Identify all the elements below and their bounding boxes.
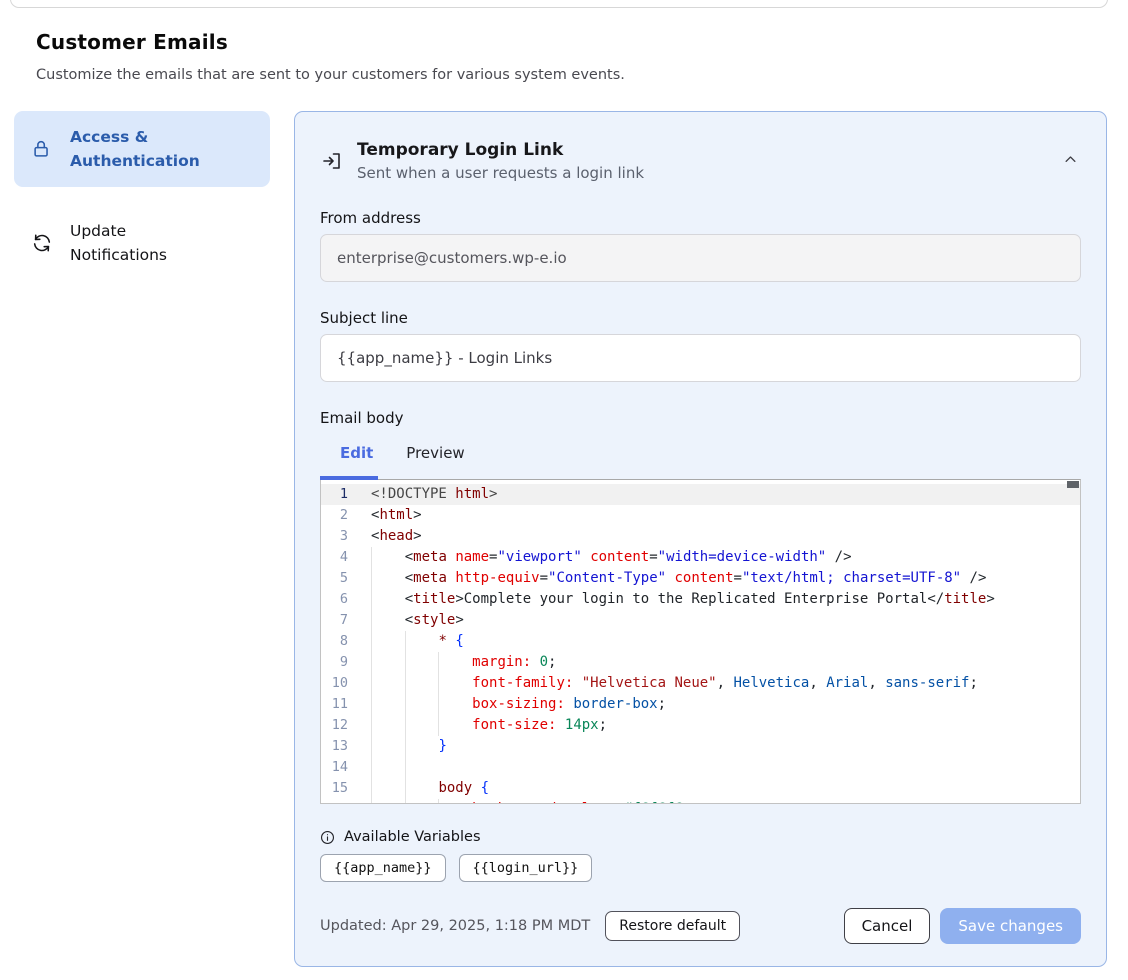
code-line[interactable]: 5 <meta http-equiv="Content-Type" conten… xyxy=(321,568,1080,589)
from-address-label: From address xyxy=(320,209,1081,227)
subject-line-input[interactable] xyxy=(320,334,1081,382)
card-subtitle: Sent when a user requests a login link xyxy=(357,164,1059,182)
available-variables-row: Available Variables xyxy=(320,829,1081,845)
code-line[interactable]: 16 background-color: #f6f6f6; xyxy=(321,799,1080,804)
code-line[interactable]: 10 font-family: "Helvetica Neue", Helvet… xyxy=(321,673,1080,694)
from-address-input[interactable] xyxy=(320,234,1081,282)
chevron-up-icon[interactable] xyxy=(1059,148,1081,170)
variable-chip-app-name[interactable]: {{app_name}} xyxy=(320,854,446,882)
email-body-label: Email body xyxy=(320,409,1081,427)
code-line[interactable]: 8 * { xyxy=(321,631,1080,652)
code-line[interactable]: 11 box-sizing: border-box; xyxy=(321,694,1080,715)
code-line[interactable]: 3<head> xyxy=(321,526,1080,547)
available-variables-label: Available Variables xyxy=(344,829,481,845)
info-icon xyxy=(320,830,335,845)
code-editor[interactable]: 1<!DOCTYPE html>2<html>3<head>4 <meta na… xyxy=(320,479,1081,804)
editor-scrollbar-thumb[interactable] xyxy=(1067,481,1079,488)
code-line[interactable]: 9 margin: 0; xyxy=(321,652,1080,673)
code-line[interactable]: 13 } xyxy=(321,736,1080,757)
sidebar-item-label: Update Notifications xyxy=(70,219,220,267)
refresh-icon xyxy=(30,231,54,255)
code-line[interactable]: 15 body { xyxy=(321,778,1080,799)
card-title: Temporary Login Link xyxy=(357,140,1059,160)
email-types-sidebar: Access & Authentication Update Notificat… xyxy=(14,111,270,281)
code-line[interactable]: 6 <title>Complete your login to the Repl… xyxy=(321,589,1080,610)
sidebar-item-update-notifications[interactable]: Update Notifications xyxy=(14,205,270,281)
code-line[interactable]: 14 xyxy=(321,757,1080,778)
card-header: Temporary Login Link Sent when a user re… xyxy=(320,140,1081,182)
card-footer: Updated: Apr 29, 2025, 1:18 PM MDT Resto… xyxy=(320,908,1081,944)
temporary-login-link-card: Temporary Login Link Sent when a user re… xyxy=(294,111,1107,967)
code-line[interactable]: 7 <style> xyxy=(321,610,1080,631)
tab-preview[interactable]: Preview xyxy=(406,444,464,462)
updated-timestamp: Updated: Apr 29, 2025, 1:18 PM MDT xyxy=(320,918,590,934)
cancel-button[interactable]: Cancel xyxy=(844,908,931,944)
subject-line-label: Subject line xyxy=(320,309,1081,327)
page-title: Customer Emails xyxy=(36,30,1092,54)
code-line[interactable]: 2<html> xyxy=(321,505,1080,526)
email-body-tabs: Edit Preview xyxy=(320,444,1081,462)
previous-card-bottom-edge xyxy=(10,0,1108,8)
sidebar-item-label: Access & Authentication xyxy=(70,125,220,173)
code-line[interactable]: 4 <meta name="viewport" content="width=d… xyxy=(321,547,1080,568)
variable-chip-login-url[interactable]: {{login_url}} xyxy=(459,854,593,882)
page-subtitle: Customize the emails that are sent to yo… xyxy=(36,67,1092,83)
code-line[interactable]: 1<!DOCTYPE html> xyxy=(321,484,1080,505)
page-header: Customer Emails Customize the emails tha… xyxy=(0,0,1128,83)
code-line[interactable]: 12 font-size: 14px; xyxy=(321,715,1080,736)
active-tab-indicator xyxy=(320,476,378,480)
sidebar-item-access-authentication[interactable]: Access & Authentication xyxy=(14,111,270,187)
code-editor-lines: 1<!DOCTYPE html>2<html>3<head>4 <meta na… xyxy=(321,484,1080,804)
save-changes-button[interactable]: Save changes xyxy=(940,908,1081,944)
login-icon xyxy=(320,149,344,173)
restore-default-button[interactable]: Restore default xyxy=(605,911,740,941)
lock-icon xyxy=(30,137,54,161)
tab-edit[interactable]: Edit xyxy=(340,444,373,462)
